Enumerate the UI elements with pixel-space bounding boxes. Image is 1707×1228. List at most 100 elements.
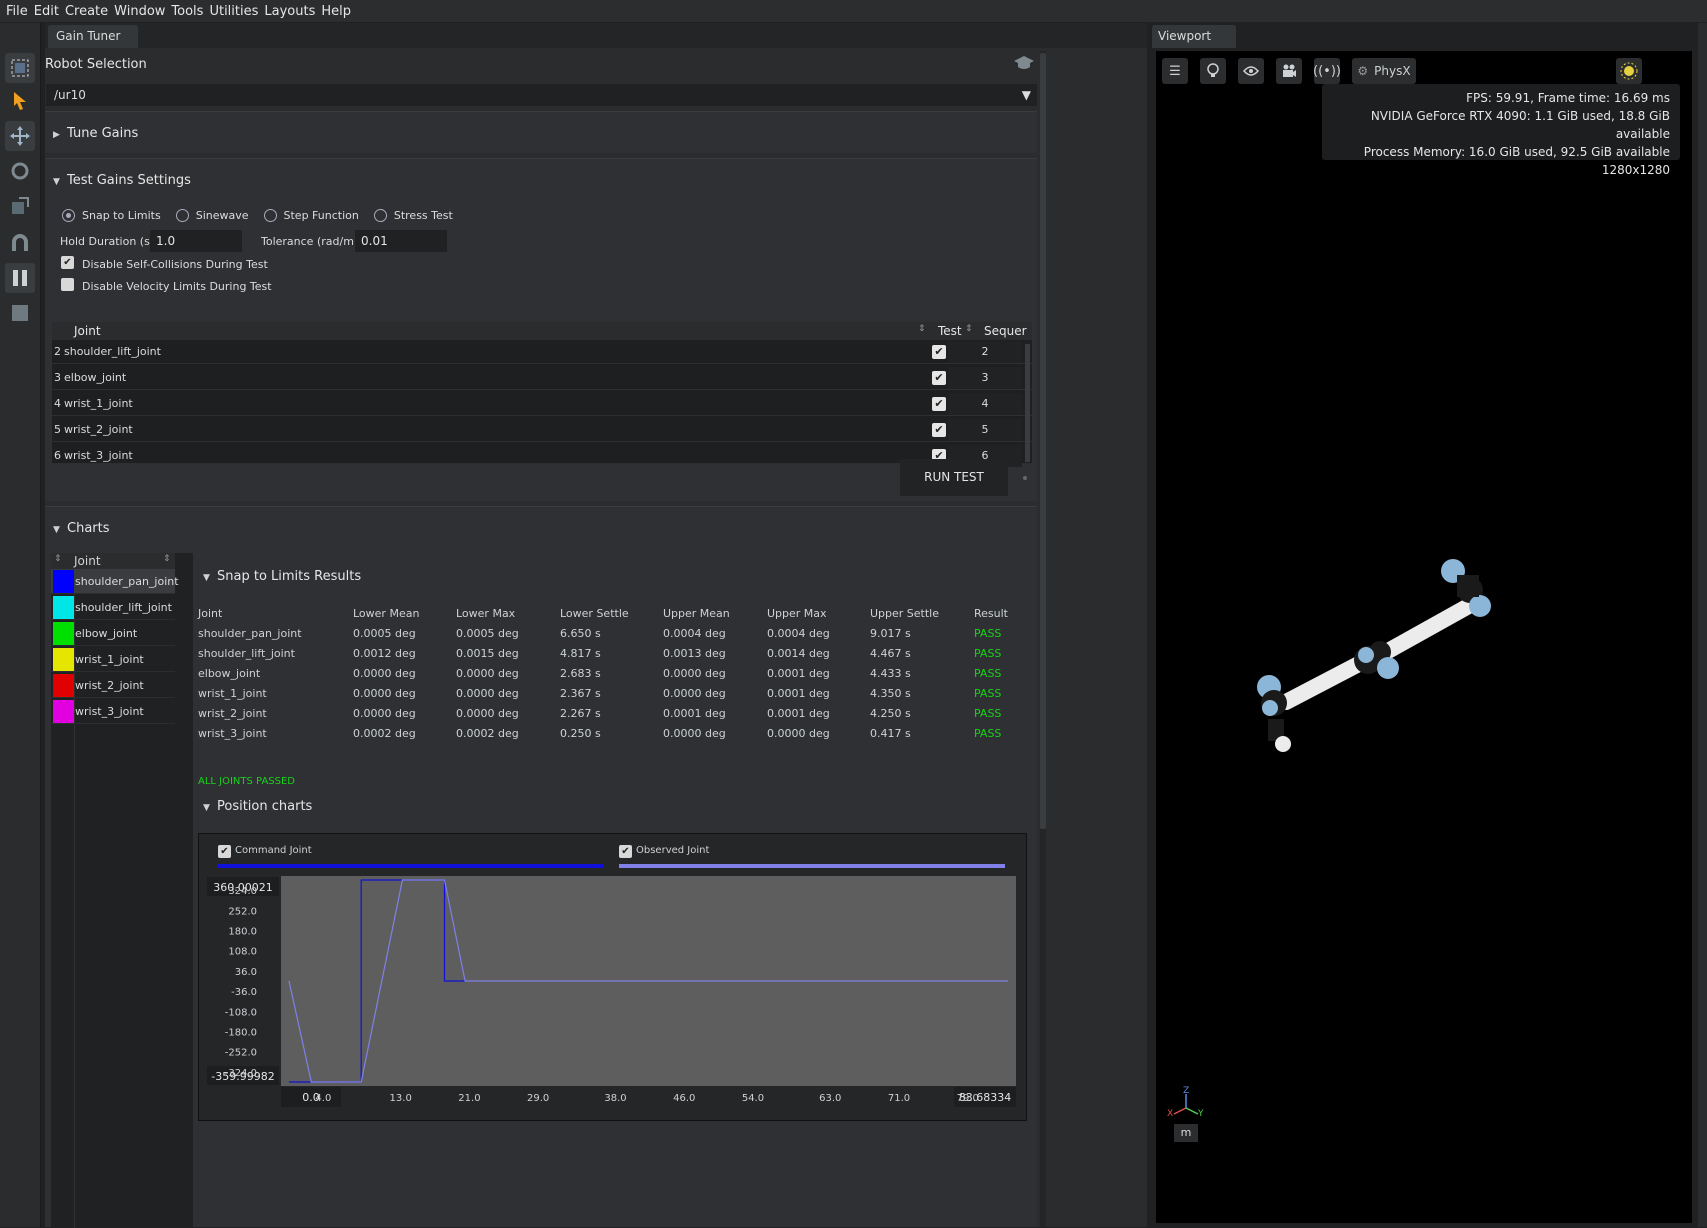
- x-tick-label: 4.0: [315, 1093, 331, 1104]
- row-sequence-input[interactable]: 5: [948, 419, 1022, 441]
- results-cell: 0.250 s: [560, 726, 601, 740]
- stop-icon[interactable]: [5, 298, 35, 328]
- results-cell: 4.250 s: [870, 706, 911, 720]
- legend-header: ⇕ Joint ⇕: [51, 553, 175, 569]
- test-gains-header[interactable]: ▼ Test Gains Settings: [53, 173, 191, 188]
- row-test-checkbox[interactable]: ✔: [932, 371, 946, 385]
- row-sequence-input[interactable]: 2: [948, 341, 1022, 363]
- results-cell: 0.0002 deg: [353, 726, 416, 740]
- robot-select-value: /ur10: [54, 88, 86, 102]
- color-swatch: [53, 622, 74, 645]
- color-swatch: [53, 570, 74, 593]
- gain-tuner-panel: Gain Tuner Robot Selection /ur10 ▼ ▶ Tune…: [45, 23, 1147, 1228]
- results-cell: 9.017 s: [870, 626, 911, 640]
- x-tick-label: 13.0: [390, 1093, 412, 1104]
- panel-scrollbar[interactable]: [1040, 53, 1046, 829]
- radio-selected-icon: [62, 209, 75, 222]
- help-cap-icon[interactable]: [1013, 55, 1035, 75]
- legend-row[interactable]: elbow_joint: [51, 621, 175, 646]
- hold-duration-label: Hold Duration (s): [60, 235, 155, 248]
- menu-layouts[interactable]: Layouts: [261, 4, 318, 19]
- row-joint-name: shoulder_lift_joint: [64, 345, 161, 358]
- move-icon[interactable]: [5, 121, 35, 151]
- position-charts-header[interactable]: ▼ Position charts: [203, 799, 312, 814]
- row-sequence-input[interactable]: 3: [948, 367, 1022, 389]
- radio-sinewave[interactable]: Sinewave: [175, 209, 249, 222]
- radio-step-function[interactable]: Step Function: [263, 209, 359, 222]
- velocity-limits-checkbox[interactable]: [61, 278, 74, 291]
- radio-stress-test[interactable]: Stress Test: [373, 209, 453, 222]
- hold-duration-input[interactable]: 1.0: [150, 230, 242, 252]
- menu-edit[interactable]: Edit: [31, 4, 62, 19]
- row-test-checkbox[interactable]: ✔: [932, 345, 946, 359]
- results-cell: 2.683 s: [560, 666, 601, 680]
- y-tick-label: 324.0: [228, 886, 257, 897]
- x-tick-label: 63.0: [819, 1093, 841, 1104]
- results-col-header: Upper Mean: [663, 606, 730, 620]
- tune-gains-header[interactable]: ▶ Tune Gains: [53, 126, 138, 141]
- menu-tools[interactable]: Tools: [168, 4, 206, 19]
- viewport-canvas[interactable]: ☰ ((•)) ⚙ PhysX FPS: 59.91, Frame time: 1…: [1156, 51, 1692, 1223]
- sequence-column-header[interactable]: Sequer: [984, 324, 1027, 338]
- radio-snap-to-limits[interactable]: Snap to Limits: [62, 209, 161, 222]
- charts-header[interactable]: ▼ Charts: [53, 521, 110, 536]
- results-cell: 4.350 s: [870, 686, 911, 700]
- tune-gains-title: Tune Gains: [67, 126, 139, 141]
- menu-bar: File Edit Create Window Tools Utilities …: [0, 0, 1707, 22]
- x-tick-label: 46.0: [673, 1093, 695, 1104]
- sort-icon[interactable]: ⇕: [918, 324, 926, 334]
- units-badge[interactable]: m: [1174, 1124, 1198, 1142]
- velocity-limits-label: Disable Velocity Limits During Test: [82, 280, 272, 293]
- results-cell: 0.0001 deg: [663, 706, 726, 720]
- menu-utilities[interactable]: Utilities: [206, 4, 261, 19]
- legend-joint-name: shoulder_pan_joint: [75, 575, 179, 588]
- row-test-checkbox[interactable]: ✔: [932, 423, 946, 437]
- self-collision-checkbox[interactable]: ✔: [61, 256, 74, 269]
- row-test-checkbox[interactable]: ✔: [932, 397, 946, 411]
- results-cell: 0.0000 deg: [456, 666, 519, 680]
- test-column-header[interactable]: Test: [938, 324, 962, 338]
- legend-row[interactable]: wrist_2_joint: [51, 673, 175, 698]
- robot-arm-render: [1257, 559, 1491, 752]
- sort-icon[interactable]: ⇕: [163, 554, 171, 564]
- snap-magnet-icon[interactable]: [5, 228, 35, 258]
- result-status: PASS: [974, 626, 1002, 640]
- scale-icon[interactable]: [5, 191, 35, 221]
- tab-viewport[interactable]: Viewport: [1152, 25, 1236, 48]
- select-mode-icon[interactable]: [5, 53, 35, 83]
- legend-row[interactable]: shoulder_lift_joint: [51, 595, 175, 620]
- pause-icon[interactable]: [5, 263, 35, 293]
- result-status: PASS: [974, 726, 1002, 740]
- sort-icon[interactable]: ⇕: [965, 324, 973, 334]
- row-sequence-input[interactable]: 4: [948, 393, 1022, 415]
- legend-row[interactable]: shoulder_pan_joint: [51, 569, 179, 594]
- rotate-icon[interactable]: [5, 156, 35, 186]
- expanded-triangle-icon: ▼: [203, 803, 210, 813]
- legend-row[interactable]: wrist_1_joint: [51, 647, 175, 672]
- joint-row: 2 shoulder_lift_joint ✔ 2: [52, 340, 1032, 364]
- run-test-button[interactable]: RUN TEST: [900, 459, 1008, 496]
- color-swatch: [53, 674, 74, 697]
- pointer-icon[interactable]: [5, 86, 35, 116]
- tab-gain-tuner[interactable]: Gain Tuner: [48, 25, 139, 48]
- tolerance-input[interactable]: 0.01: [355, 230, 447, 252]
- results-cell: 0.0014 deg: [767, 646, 830, 660]
- results-col-header: Lower Settle: [560, 606, 629, 620]
- table-scrollbar[interactable]: [1025, 344, 1030, 462]
- results-col-header: Upper Settle: [870, 606, 940, 620]
- results-cell: 4.433 s: [870, 666, 911, 680]
- legend-row[interactable]: wrist_3_joint: [51, 699, 175, 724]
- results-cell: wrist_3_joint: [198, 726, 267, 740]
- results-cell: 0.0001 deg: [767, 706, 830, 720]
- radio-icon: [175, 209, 189, 222]
- joint-column-header[interactable]: Joint: [74, 324, 101, 338]
- menu-file[interactable]: File: [0, 4, 31, 19]
- menu-create[interactable]: Create: [62, 4, 111, 19]
- robot-select-dropdown[interactable]: /ur10 ▼: [46, 84, 1037, 106]
- menu-window[interactable]: Window: [111, 4, 168, 19]
- sort-icon[interactable]: ⇕: [54, 554, 62, 564]
- results-header[interactable]: ▼ Snap to Limits Results: [203, 569, 361, 584]
- charts-frame: ▼ Charts ⇕ Joint ⇕ shoulder_pan_joint sho…: [45, 506, 1037, 1228]
- legend-joint-name: shoulder_lift_joint: [75, 601, 172, 614]
- menu-help[interactable]: Help: [318, 4, 354, 19]
